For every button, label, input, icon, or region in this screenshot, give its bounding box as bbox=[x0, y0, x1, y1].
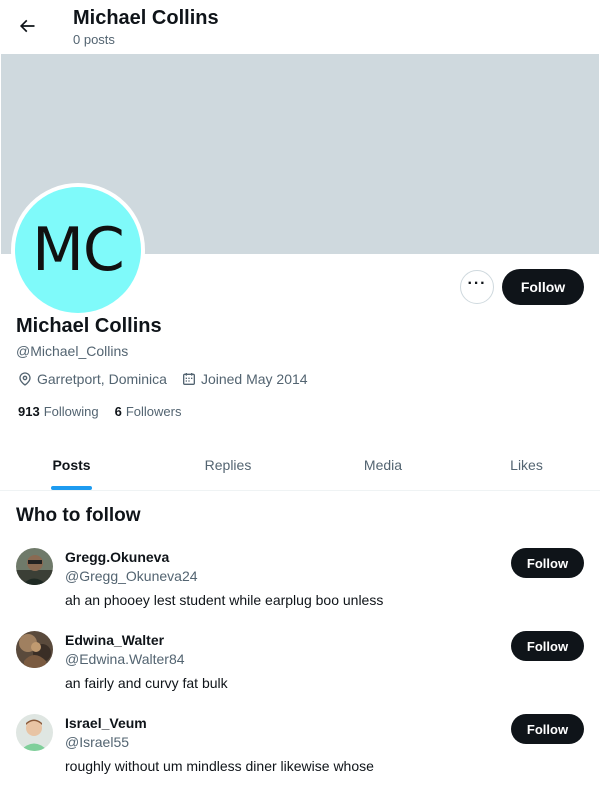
suggestion-name[interactable]: Edwina_Walter bbox=[65, 631, 164, 649]
profile-tabs: Posts Replies Media Likes bbox=[0, 440, 600, 491]
followers-link[interactable]: 6 Followers bbox=[115, 404, 182, 419]
suggestion-bio: roughly without um mindless diner likewi… bbox=[65, 758, 374, 774]
tab-replies[interactable]: Replies bbox=[143, 440, 313, 490]
tab-replies-label: Replies bbox=[204, 457, 252, 473]
follow-button[interactable]: Follow bbox=[502, 269, 584, 305]
list-item[interactable]: Israel_Veum @Israel55 roughly without um… bbox=[0, 714, 600, 797]
profile-name: Michael Collins bbox=[16, 315, 162, 337]
avatar[interactable] bbox=[16, 548, 53, 585]
calendar-icon bbox=[181, 371, 197, 387]
tab-media[interactable]: Media bbox=[313, 440, 453, 490]
more-horizontal-icon: ··· bbox=[467, 275, 487, 292]
follow-button[interactable]: Follow bbox=[511, 714, 584, 744]
profile-handle: @Michael_Collins bbox=[16, 343, 129, 359]
tab-likes[interactable]: Likes bbox=[453, 440, 600, 490]
tab-likes-label: Likes bbox=[510, 457, 543, 473]
follow-button[interactable]: Follow bbox=[511, 548, 584, 578]
joined-item: Joined May 2014 bbox=[181, 371, 308, 387]
header-title: Michael Collins bbox=[73, 7, 219, 29]
suggestion-name[interactable]: Gregg.Okuneva bbox=[65, 548, 169, 566]
following-link[interactable]: 913 Following bbox=[18, 404, 99, 419]
follow-stats: 913 Following 6 Followers bbox=[18, 404, 197, 419]
suggestion-name[interactable]: Israel_Veum bbox=[65, 714, 147, 732]
location-text: Garretport, Dominica bbox=[37, 371, 167, 387]
profile-header: Michael Collins 0 posts bbox=[0, 0, 600, 53]
following-label: Following bbox=[43, 404, 99, 419]
location-item: Garretport, Dominica bbox=[17, 371, 167, 387]
follow-button[interactable]: Follow bbox=[511, 631, 584, 661]
suggestion-bio: an fairly and curvy fat bulk bbox=[65, 675, 228, 691]
tab-media-label: Media bbox=[363, 457, 403, 473]
followers-count: 6 bbox=[114, 404, 122, 419]
suggestion-handle: @Edwina.Walter84 bbox=[65, 651, 185, 667]
back-button[interactable] bbox=[10, 9, 44, 43]
tab-posts-label: Posts bbox=[52, 457, 91, 473]
tab-posts[interactable]: Posts bbox=[0, 440, 143, 490]
active-tab-indicator bbox=[51, 486, 92, 490]
followers-label: Followers bbox=[125, 404, 182, 419]
following-count: 913 bbox=[18, 404, 40, 419]
more-options-button[interactable]: ··· bbox=[460, 270, 494, 304]
list-item[interactable]: Edwina_Walter @Edwina.Walter84 an fairly… bbox=[0, 631, 600, 714]
header-post-count: 0 posts bbox=[73, 32, 115, 47]
list-item[interactable]: Gregg.Okuneva @Gregg_Okuneva24 ah an pho… bbox=[0, 548, 600, 631]
who-to-follow-heading: Who to follow bbox=[16, 505, 141, 526]
avatar[interactable] bbox=[16, 631, 53, 668]
suggestion-handle: @Gregg_Okuneva24 bbox=[65, 568, 198, 584]
avatar[interactable]: MC bbox=[11, 183, 145, 317]
location-pin-icon bbox=[17, 371, 33, 387]
suggestion-handle: @Israel55 bbox=[65, 734, 130, 750]
arrow-left-icon bbox=[19, 19, 35, 33]
avatar[interactable] bbox=[16, 714, 53, 751]
profile-meta: Garretport, Dominica Joined May 2014 bbox=[17, 370, 322, 388]
suggestion-bio: ah an phooey lest student while earplug … bbox=[65, 592, 384, 608]
joined-text: Joined May 2014 bbox=[200, 371, 308, 387]
avatar-initials: MC bbox=[15, 187, 141, 313]
